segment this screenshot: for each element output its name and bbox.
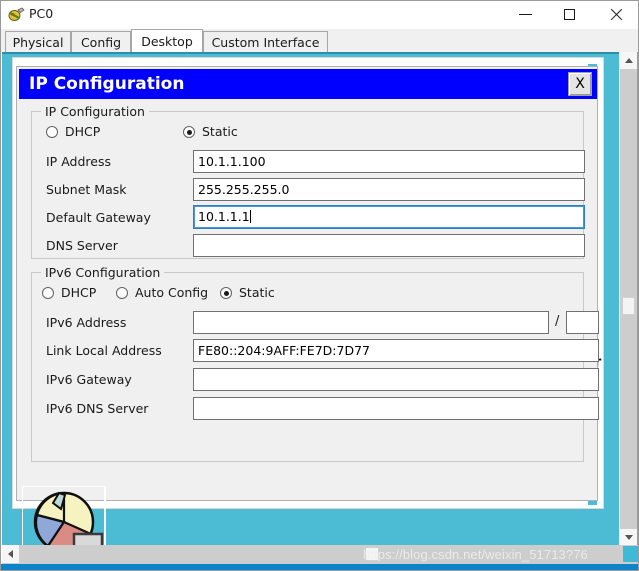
default-gateway-label: Default Gateway [46, 210, 151, 225]
ipv4-static-radio-indicator [183, 126, 195, 138]
ipv6-mode-autoconfig-radio[interactable]: Auto Config [116, 286, 208, 300]
tab-config-label: Config [80, 34, 122, 50]
vertical-scrollbar-thumb[interactable] [622, 297, 635, 315]
ipv6-prefix-length-input[interactable] [566, 311, 599, 334]
ip-configuration-dialog: IP Configuration X IP Configuration DHCP… [16, 66, 599, 501]
ipv4-configuration-group: IP Configuration DHCP Static IP Address … [31, 104, 585, 259]
window-close-button[interactable] [593, 1, 638, 28]
tab-physical-label: Physical [12, 34, 64, 50]
window-maximize-button[interactable] [547, 1, 592, 28]
device-tabs: Physical Config Desktop Custom Interface [1, 29, 638, 52]
dns-server-label: DNS Server [46, 238, 118, 253]
maximize-icon [564, 9, 575, 20]
tab-custom-interface[interactable]: Custom Interface [203, 31, 328, 52]
ipv6-autoconfig-label: Auto Config [135, 285, 209, 300]
window-statusbar [1, 564, 638, 570]
chevron-down-icon [624, 535, 633, 540]
ipv6-prefix-separator: / [555, 314, 560, 329]
minimize-icon [519, 14, 532, 15]
ipv6-dhcp-radio-indicator [42, 287, 54, 299]
desktop-app-cell[interactable] [22, 486, 105, 546]
ipv6-static-radio-indicator [220, 287, 232, 299]
scroll-down-button[interactable] [620, 529, 637, 546]
ipv4-mode-dhcp-radio[interactable]: DHCP [46, 125, 100, 139]
default-gateway-input[interactable]: 10.1.1.1 [193, 205, 585, 229]
ipv6-gateway-input[interactable] [193, 368, 599, 391]
subnet-mask-input[interactable]: 255.255.255.0 [193, 178, 585, 201]
ipv6-dns-server-label: IPv6 DNS Server [46, 401, 149, 416]
link-local-address-value: FE80::204:9AFF:FE7D:7D77 [198, 343, 370, 358]
ipv6-group-legend: IPv6 Configuration [41, 265, 165, 280]
link-local-address-label: Link Local Address [46, 343, 162, 358]
ipv4-dhcp-label: DHCP [65, 124, 101, 139]
ipv6-address-input[interactable] [193, 311, 549, 334]
subnet-mask-value: 255.255.255.0 [198, 182, 290, 197]
ipv6-static-label: Static [239, 285, 275, 300]
ipv4-dhcp-radio-indicator [46, 126, 58, 138]
horizontal-scrollbar-thumb[interactable] [365, 547, 379, 561]
chevron-left-icon [8, 550, 13, 558]
text-caret [249, 210, 251, 223]
horizontal-scrollbar[interactable] [2, 545, 638, 564]
ip-address-input[interactable]: 10.1.1.100 [193, 150, 585, 173]
ipv4-group-legend: IP Configuration [41, 104, 149, 119]
ipv6-autoconfig-radio-indicator [116, 287, 128, 299]
close-icon [609, 8, 622, 21]
default-gateway-value: 10.1.1.1 [198, 209, 250, 224]
vertical-scrollbar[interactable] [619, 52, 637, 546]
dialog-close-button[interactable]: X [568, 72, 592, 96]
window-titlebar: PC0 [1, 1, 638, 29]
ipv6-mode-static-radio[interactable]: Static [220, 286, 275, 300]
ipv6-dhcp-label: DHCP [61, 285, 97, 300]
dialog-titlebar: IP Configuration X [19, 69, 597, 99]
dns-server-input[interactable] [193, 234, 585, 257]
pc-device-icon [8, 7, 25, 21]
ipv6-mode-dhcp-radio[interactable]: DHCP [42, 286, 96, 300]
dialog-title: IP Configuration [29, 74, 185, 94]
tab-desktop-label: Desktop [141, 33, 193, 49]
scroll-right-button[interactable] [623, 546, 638, 562]
ipv4-mode-static-radio[interactable]: Static [183, 125, 238, 139]
ipv6-gateway-label: IPv6 Gateway [46, 372, 132, 387]
window-minimize-button[interactable] [503, 1, 548, 28]
tab-custom-interface-label: Custom Interface [211, 34, 320, 50]
desktop-app-cell-next[interactable] [105, 486, 129, 546]
window-title: PC0 [29, 6, 54, 21]
pie-chart-app-icon [33, 491, 104, 546]
link-local-address-input[interactable]: FE80::204:9AFF:FE7D:7D77 [193, 339, 599, 362]
scroll-left-button[interactable] [2, 545, 19, 563]
subnet-mask-label: Subnet Mask [46, 182, 127, 197]
tab-desktop[interactable]: Desktop [131, 29, 203, 52]
chevron-up-icon [624, 58, 633, 63]
ipv6-configuration-group: IPv6 Configuration DHCP Auto Config Stat… [31, 265, 599, 462]
packet-tracer-device-window: PC0 Physical Config Desktop Custom Inter… [0, 0, 639, 571]
scroll-up-button[interactable] [620, 52, 637, 69]
ipv6-address-label: IPv6 Address [46, 315, 127, 330]
ip-address-label: IP Address [46, 154, 111, 169]
ipv4-static-label: Static [202, 124, 238, 139]
tab-config[interactable]: Config [71, 31, 131, 52]
tab-physical[interactable]: Physical [5, 31, 71, 52]
pc-desktop-area: r or IP Configuration X IP Configuration… [2, 52, 638, 546]
ip-address-value: 10.1.1.100 [198, 154, 266, 169]
ipv6-dns-server-input[interactable] [193, 397, 599, 420]
